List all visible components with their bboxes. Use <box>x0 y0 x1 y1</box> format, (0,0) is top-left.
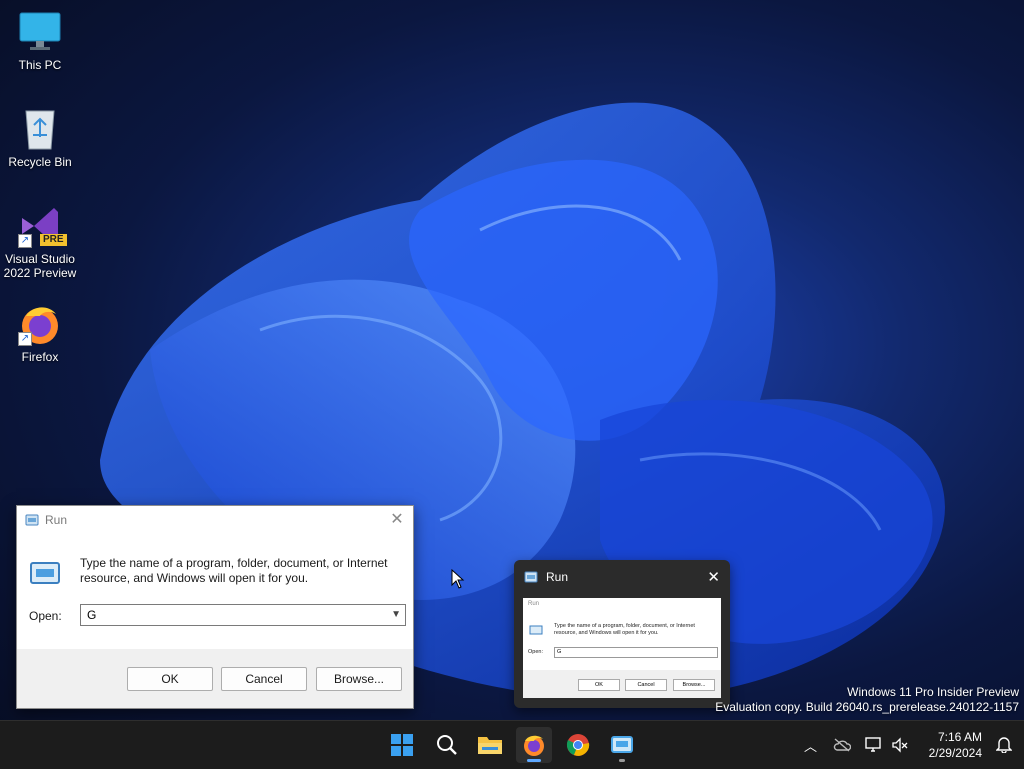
watermark-line-1: Windows 11 Pro Insider Preview <box>847 685 1019 699</box>
close-icon: ✕ <box>707 569 720 586</box>
monitor-icon <box>18 10 62 54</box>
start-button[interactable] <box>384 727 420 763</box>
file-explorer-button[interactable] <box>472 727 508 763</box>
mini-title: Run <box>528 601 540 607</box>
mini-open-label: Open: <box>528 649 543 655</box>
open-label: Open: <box>29 609 62 623</box>
close-button[interactable]: ✕ <box>387 510 407 530</box>
mini-description: Type the name of a program, folder, docu… <box>554 623 695 636</box>
run-taskbar-button[interactable] <box>604 727 640 763</box>
run-icon <box>524 571 538 583</box>
network-icon[interactable] <box>865 737 883 753</box>
thumbnail-title: Run <box>546 570 569 584</box>
run-program-icon <box>529 625 543 635</box>
desktop-icon-label: Firefox <box>21 350 59 364</box>
mini-footer: OK Cancel Browse... <box>523 670 721 698</box>
shortcut-arrow-icon: ↗ <box>18 332 32 346</box>
mini-combobox: G <box>554 647 718 658</box>
ok-button[interactable]: OK <box>127 667 213 691</box>
chevron-up-icon[interactable]: ︿ <box>804 736 817 755</box>
run-dialog-footer: OK Cancel Browse... <box>17 649 413 708</box>
desktop-icon-label: Recycle Bin <box>8 155 72 169</box>
firefox-icon <box>524 735 544 756</box>
desktop-icon-firefox[interactable]: ↗ Firefox <box>0 302 80 364</box>
start-icon <box>391 734 413 756</box>
run-icon <box>611 736 633 753</box>
onedrive-offline-icon[interactable] <box>833 738 852 752</box>
thumbnail-titlebar: Run <box>524 570 568 584</box>
run-dialog-description: Type the name of a program, folder, docu… <box>80 556 388 585</box>
chrome-icon <box>566 734 590 756</box>
bell-icon <box>995 737 1013 754</box>
taskbar: ︿ 7:16 AM 2/29/2024 <box>0 720 1024 769</box>
taskbar-clock[interactable]: 7:16 AM 2/29/2024 <box>929 729 982 761</box>
run-dialog-titlebar[interactable]: Run <box>17 506 413 534</box>
volume-muted-icon[interactable] <box>891 737 909 753</box>
evaluation-watermark: Windows 11 Pro Insider Preview Evaluatio… <box>715 685 1019 715</box>
desktop-icon-label: Visual Studio 2022 Preview <box>3 252 77 280</box>
visual-studio-icon: PRE ↗ <box>18 204 67 248</box>
notifications-button[interactable] <box>995 735 1013 758</box>
chevron-down-icon[interactable]: ▼ <box>391 605 401 625</box>
watermark-line-2: Evaluation copy. Build 26040.rs_prerelea… <box>715 700 1019 714</box>
desktop-icon-label: This PC <box>18 58 62 72</box>
close-icon: ✕ <box>390 511 404 528</box>
run-program-icon <box>30 562 60 584</box>
run-dialog: Run ✕ Type the name of a program, folder… <box>16 505 414 709</box>
thumbnail-close-button[interactable]: ✕ <box>707 568 720 586</box>
firefox-taskbar-button[interactable] <box>516 727 552 763</box>
shortcut-arrow-icon: ↗ <box>18 234 32 248</box>
run-dialog-title: Run <box>45 513 68 527</box>
pre-badge: PRE <box>40 234 67 246</box>
desktop-icon-recycle-bin[interactable]: Recycle Bin <box>0 107 80 169</box>
clock-date: 2/29/2024 <box>928 746 982 760</box>
file-explorer-icon <box>478 737 502 754</box>
desktop-icon-visual-studio[interactable]: PRE ↗ Visual Studio 2022 Preview <box>0 204 80 280</box>
clock-time: 7:16 AM <box>937 730 982 744</box>
desktop-icon-this-pc[interactable]: This PC <box>0 10 80 72</box>
search-icon <box>437 735 457 755</box>
running-indicator <box>619 759 625 762</box>
firefox-icon: ↗ <box>18 302 62 346</box>
cancel-button[interactable]: Cancel <box>221 667 307 691</box>
browse-button[interactable]: Browse... <box>316 667 402 691</box>
thumbnail-window-image: Run Type the name of a program, folder, … <box>523 598 721 698</box>
active-indicator <box>527 759 541 762</box>
chrome-taskbar-button[interactable] <box>560 727 596 763</box>
taskbar-thumbnail-preview[interactable]: Run ✕ Run Type the name of a program, fo… <box>514 560 730 708</box>
mini-ok-button: OK <box>578 679 620 691</box>
system-tray: ︿ <box>800 721 909 769</box>
mini-cancel-button: Cancel <box>625 679 667 691</box>
recycle-bin-icon <box>18 107 62 151</box>
open-combobox[interactable]: G ▼ <box>80 604 406 626</box>
mini-browse-button: Browse... <box>673 679 715 691</box>
mouse-cursor-icon <box>451 569 465 589</box>
run-icon <box>25 514 39 526</box>
search-button[interactable] <box>429 727 465 763</box>
open-input-value[interactable]: G <box>87 608 96 622</box>
